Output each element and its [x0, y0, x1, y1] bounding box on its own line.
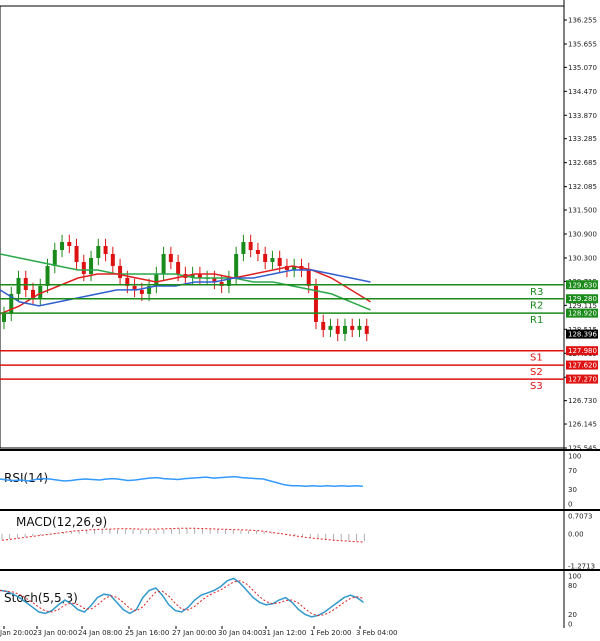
candle-body [110, 253, 115, 266]
time-tick-label: 31 Jan 12:00 [262, 629, 306, 637]
level-label-s3: S3 [530, 381, 543, 392]
stoch-panel: Stoch(5,5,3) 10080 20 0 [0, 573, 581, 629]
level-label-s2: S2 [530, 367, 543, 378]
current-price-text: 128.396 [568, 331, 597, 339]
candle-body [241, 241, 246, 254]
candle-body [328, 325, 333, 330]
candle-body [321, 321, 326, 330]
rsi-line [0, 475, 363, 487]
candle-body [96, 245, 101, 258]
candle-body [161, 253, 166, 274]
price-tick-label: 125.545 [568, 445, 597, 453]
candle-body [67, 241, 72, 246]
stoch-axis-label: 100 [568, 573, 581, 581]
time-tick-label: 30 Jan 04:00 [218, 629, 262, 637]
macd-axis-label: 0.7073 [568, 513, 593, 521]
candle-body [38, 285, 43, 298]
price-tick-label: 133.285 [568, 135, 597, 143]
rsi-axis-label: 70 [568, 467, 577, 475]
candle-body [16, 277, 21, 294]
level-tag-text: 127.270 [568, 376, 597, 384]
candle-body [139, 289, 144, 294]
candle-body [23, 277, 28, 290]
candle-body [89, 257, 94, 274]
time-tick-label: 1 Feb 20:00 [310, 629, 351, 637]
time-axis: Jan 20:00 23 Jan 00:00 24 Jan 08:00 25 Jan … [0, 626, 397, 637]
candle-body [2, 313, 6, 322]
level-tag-text: 128.920 [568, 310, 597, 318]
candle-body [81, 261, 86, 274]
level-tag-text: 127.620 [568, 362, 597, 370]
rsi-axis-label: 0 [568, 501, 572, 509]
price-tick-label: 132.085 [568, 183, 597, 191]
pivot-levels: R3 129.630 R2 129.280 R1 128.920 S1 127.980 S2 12… [0, 280, 598, 392]
stoch-axis-label: 0 [568, 621, 572, 629]
price-tick-label: 132.685 [568, 159, 597, 167]
time-tick-label: 24 Jan 08:00 [78, 629, 122, 637]
candle-body [45, 265, 50, 286]
candle-body [357, 325, 362, 330]
price-tick-label: 131.500 [568, 207, 597, 215]
forex-chart[interactable]: 136.255 135.655 135.070 134.470 133.870 133.2… [0, 0, 600, 641]
macd-axis-label: 0.00 [568, 530, 584, 538]
price-panel [0, 0, 600, 628]
stoch-axis-label: 80 [568, 582, 577, 590]
candle-body [255, 249, 260, 254]
price-tick-label: 126.730 [568, 397, 597, 405]
stoch-title: Stoch(5,5,3) [4, 591, 78, 605]
candle-body [168, 253, 173, 262]
candle-body [263, 253, 268, 262]
candle-body [52, 249, 57, 266]
level-tag-text: 127.980 [568, 347, 597, 355]
candle-body [350, 325, 355, 330]
macd-axis-label: -1.2713 [568, 563, 595, 571]
candle-body [74, 245, 79, 262]
price-tick-label: 130.900 [568, 231, 597, 239]
candle-body [118, 265, 123, 278]
candle-body [176, 261, 181, 274]
level-label-r1: R1 [530, 315, 543, 326]
time-tick-label: 23 Jan 00:00 [33, 629, 77, 637]
time-tick-label: Jan 20:00 [0, 629, 33, 637]
candle-body [234, 253, 239, 278]
price-tick-label: 133.870 [568, 112, 597, 120]
candle-body [364, 325, 369, 334]
level-tag-text: 129.280 [568, 295, 597, 303]
price-tick-label: 135.655 [568, 40, 597, 48]
rsi-axis-label: 30 [568, 486, 577, 494]
candle-body [277, 257, 282, 266]
candle-body [248, 241, 253, 250]
level-label-r2: R2 [530, 301, 543, 312]
price-tick-label: 130.300 [568, 254, 597, 262]
stoch-axis-label: 20 [568, 611, 577, 619]
price-tick-label: 136.255 [568, 17, 597, 25]
rsi-panel: RSI(14) 10070300 [0, 453, 581, 509]
candle-body [103, 245, 108, 254]
candle-body [270, 257, 275, 262]
candle-body [342, 325, 347, 334]
price-panel-frame [0, 5, 565, 449]
macd-panel: MACD(12,26,9) 0.7073 0.00 -1.2713 [1, 513, 595, 571]
price-axis: 136.255 135.655 135.070 134.470 133.870 133.2… [564, 17, 597, 453]
candle-body [335, 325, 340, 334]
price-tick-label: 134.470 [568, 88, 597, 96]
time-tick-label: 27 Jan 00:00 [172, 629, 216, 637]
level-label-r3: R3 [530, 287, 543, 298]
candle-body [306, 269, 311, 286]
rsi-axis-label: 100 [568, 453, 581, 461]
price-tick-label: 126.145 [568, 421, 597, 429]
macd-title: MACD(12,26,9) [16, 515, 107, 529]
level-tag-text: 129.630 [568, 281, 597, 289]
price-tick-label: 135.070 [568, 64, 597, 72]
level-label-s1: S1 [530, 353, 543, 364]
time-tick-label: 3 Feb 04:00 [356, 629, 397, 637]
time-tick-label: 25 Jan 16:00 [125, 629, 169, 637]
candle-body [60, 241, 65, 250]
